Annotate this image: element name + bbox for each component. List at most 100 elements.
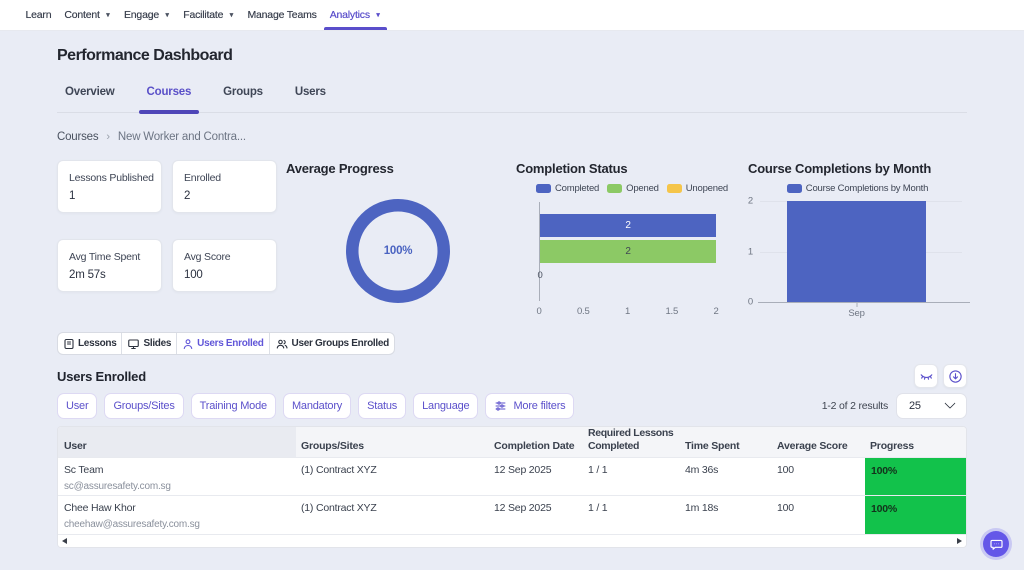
filter-mandatory[interactable]: Mandatory (283, 393, 351, 419)
more-filters-button[interactable]: More filters (485, 393, 574, 419)
nav-item-engage[interactable]: Engage ▼ (120, 0, 174, 30)
view-button-label: Lessons (78, 338, 116, 349)
tab-groups[interactable]: Groups (215, 82, 271, 112)
table-filter-row: User Groups/Sites Training Mode Mandator… (57, 393, 967, 419)
column-header-average-score[interactable]: Average Score (772, 427, 865, 458)
column-header-groups-sites[interactable]: Groups/Sites (296, 427, 489, 458)
chevron-down-icon: ▼ (164, 12, 170, 19)
filter-label: User (66, 400, 88, 412)
column-header-completion-date[interactable]: Completion Date (489, 427, 583, 458)
cell-progress: 100% (865, 496, 966, 534)
view-button-slides[interactable]: Slides (121, 333, 176, 354)
chevron-down-icon: ▼ (105, 12, 111, 19)
filter-status[interactable]: Status (358, 393, 406, 419)
view-button-users-enrolled[interactable]: Users Enrolled (176, 333, 268, 354)
nav-item-label: Analytics (330, 9, 370, 21)
report-view-switcher: Lessons Slides Users Enrolled User Group… (57, 332, 395, 355)
table-row[interactable]: Sc Team sc@assuresafety.com.sg (1) Contr… (58, 458, 966, 496)
tab-overview[interactable]: Overview (57, 82, 123, 112)
filter-training-mode[interactable]: Training Mode (191, 393, 276, 419)
view-button-label: Users Enrolled (197, 338, 263, 349)
view-button-label: Slides (143, 338, 171, 349)
table-actions (914, 364, 967, 388)
cell-time-spent: 1m 18s (680, 496, 772, 534)
dashboard-summary-row: Lessons Published 1 Enrolled 2 Avg Time … (57, 158, 967, 316)
slides-icon (127, 338, 140, 350)
tab-users[interactable]: Users (287, 82, 334, 112)
breadcrumb-courses-link[interactable]: Courses (57, 131, 98, 143)
completion-status-chart: Completion Status Completed Opened Unope… (516, 158, 748, 316)
download-report-button[interactable] (943, 364, 967, 388)
column-header-time-spent[interactable]: Time Spent (680, 427, 772, 458)
column-header-progress[interactable]: Progress (865, 427, 966, 458)
filter-label: Language (422, 400, 469, 412)
legend-item-unopened: Unopened (667, 183, 728, 194)
x-tick-label: 0 (536, 306, 541, 317)
cell-user: Chee Haw Khor cheehaw@assuresafety.com.s… (58, 496, 296, 534)
column-header-user[interactable]: User (58, 427, 296, 458)
cell-user: Sc Team sc@assuresafety.com.sg (58, 458, 296, 496)
tab-courses[interactable]: Courses (139, 82, 200, 112)
scroll-right-icon[interactable] (957, 538, 962, 544)
users-enrolled-header: Users Enrolled (57, 364, 967, 388)
column-header-required-lessons[interactable]: Required Lessons Completed (583, 427, 680, 458)
nav-item-learn[interactable]: Learn (22, 0, 56, 30)
x-tick-label: 0.5 (577, 306, 590, 317)
scroll-left-icon[interactable] (62, 538, 67, 544)
x-tick-label: 2 (713, 306, 718, 317)
completion-status-plot: 220 (539, 202, 716, 301)
results-count: 1-2 of 2 results (822, 400, 888, 412)
bar-completed: 2 (540, 214, 716, 237)
horizontal-scrollbar[interactable] (58, 534, 966, 547)
legend-label: Completed (555, 183, 599, 194)
legend-swatch-course-completions (787, 184, 802, 193)
cell-completion-date: 12 Sep 2025 (489, 458, 583, 496)
user-name: Chee Haw Khor (64, 502, 291, 514)
user-email: sc@assuresafety.com.sg (64, 481, 291, 492)
donut-chart: 100% (346, 199, 450, 303)
nav-item-analytics[interactable]: Analytics ▼ (326, 0, 385, 30)
stat-value: 2 (184, 190, 265, 202)
stat-value: 1 (69, 190, 150, 202)
completion-status-legend: Completed Opened Unopened (516, 183, 748, 194)
stat-value: 2m 57s (69, 269, 150, 281)
eye-closed-icon (919, 369, 934, 383)
chevron-down-icon (944, 398, 955, 409)
view-button-lessons[interactable]: Lessons (58, 333, 121, 354)
stat-card-avg-time-spent: Avg Time Spent 2m 57s (57, 239, 162, 292)
filter-groups-sites[interactable]: Groups/Sites (104, 393, 183, 419)
view-button-label: User Groups Enrolled (292, 338, 389, 349)
cell-time-spent: 4m 36s (680, 458, 772, 496)
nav-item-label: Engage (124, 9, 159, 21)
nav-item-label: Facilitate (183, 9, 223, 21)
user-name: Sc Team (64, 464, 291, 476)
nav-item-content[interactable]: Content ▼ (60, 0, 115, 30)
filter-language[interactable]: Language (413, 393, 478, 419)
page-title: Performance Dashboard (57, 47, 967, 65)
nav-item-facilitate[interactable]: Facilitate ▼ (179, 0, 238, 30)
chevron-right-icon: › (106, 131, 109, 143)
stat-cards: Lessons Published 1 Enrolled 2 Avg Time … (57, 160, 277, 316)
stat-label: Avg Score (184, 251, 265, 263)
completion-status-x-axis: 00.511.52 (539, 306, 716, 318)
top-navigation: Learn Content ▼ Engage ▼ Facilitate ▼ Ma… (0, 0, 1024, 31)
donut-center-label: 100% (346, 199, 450, 303)
y-tick-label: 2 (748, 196, 760, 207)
results-area: 1-2 of 2 results 25 (822, 393, 967, 419)
x-tick-label: 1 (625, 306, 630, 317)
stat-card-lessons-published: Lessons Published 1 (57, 160, 162, 213)
breadcrumb-current-course: New Worker and Contra... (118, 131, 246, 143)
page-size-select[interactable]: 25 (896, 393, 967, 419)
legend-swatch-completed (536, 184, 551, 193)
hide-columns-button[interactable] (914, 364, 938, 388)
legend-item-opened: Opened (607, 183, 659, 194)
chat-widget-button[interactable] (983, 531, 1009, 557)
download-icon (948, 369, 963, 384)
lesson-icon (63, 338, 75, 350)
nav-item-manage-teams[interactable]: Manage Teams (243, 0, 320, 30)
view-button-user-groups-enrolled[interactable]: User Groups Enrolled (269, 333, 394, 354)
table-row[interactable]: Chee Haw Khor cheehaw@assuresafety.com.s… (58, 496, 966, 534)
filter-user[interactable]: User (57, 393, 97, 419)
cell-average-score: 100 (772, 458, 865, 496)
stat-value: 100 (184, 269, 265, 281)
